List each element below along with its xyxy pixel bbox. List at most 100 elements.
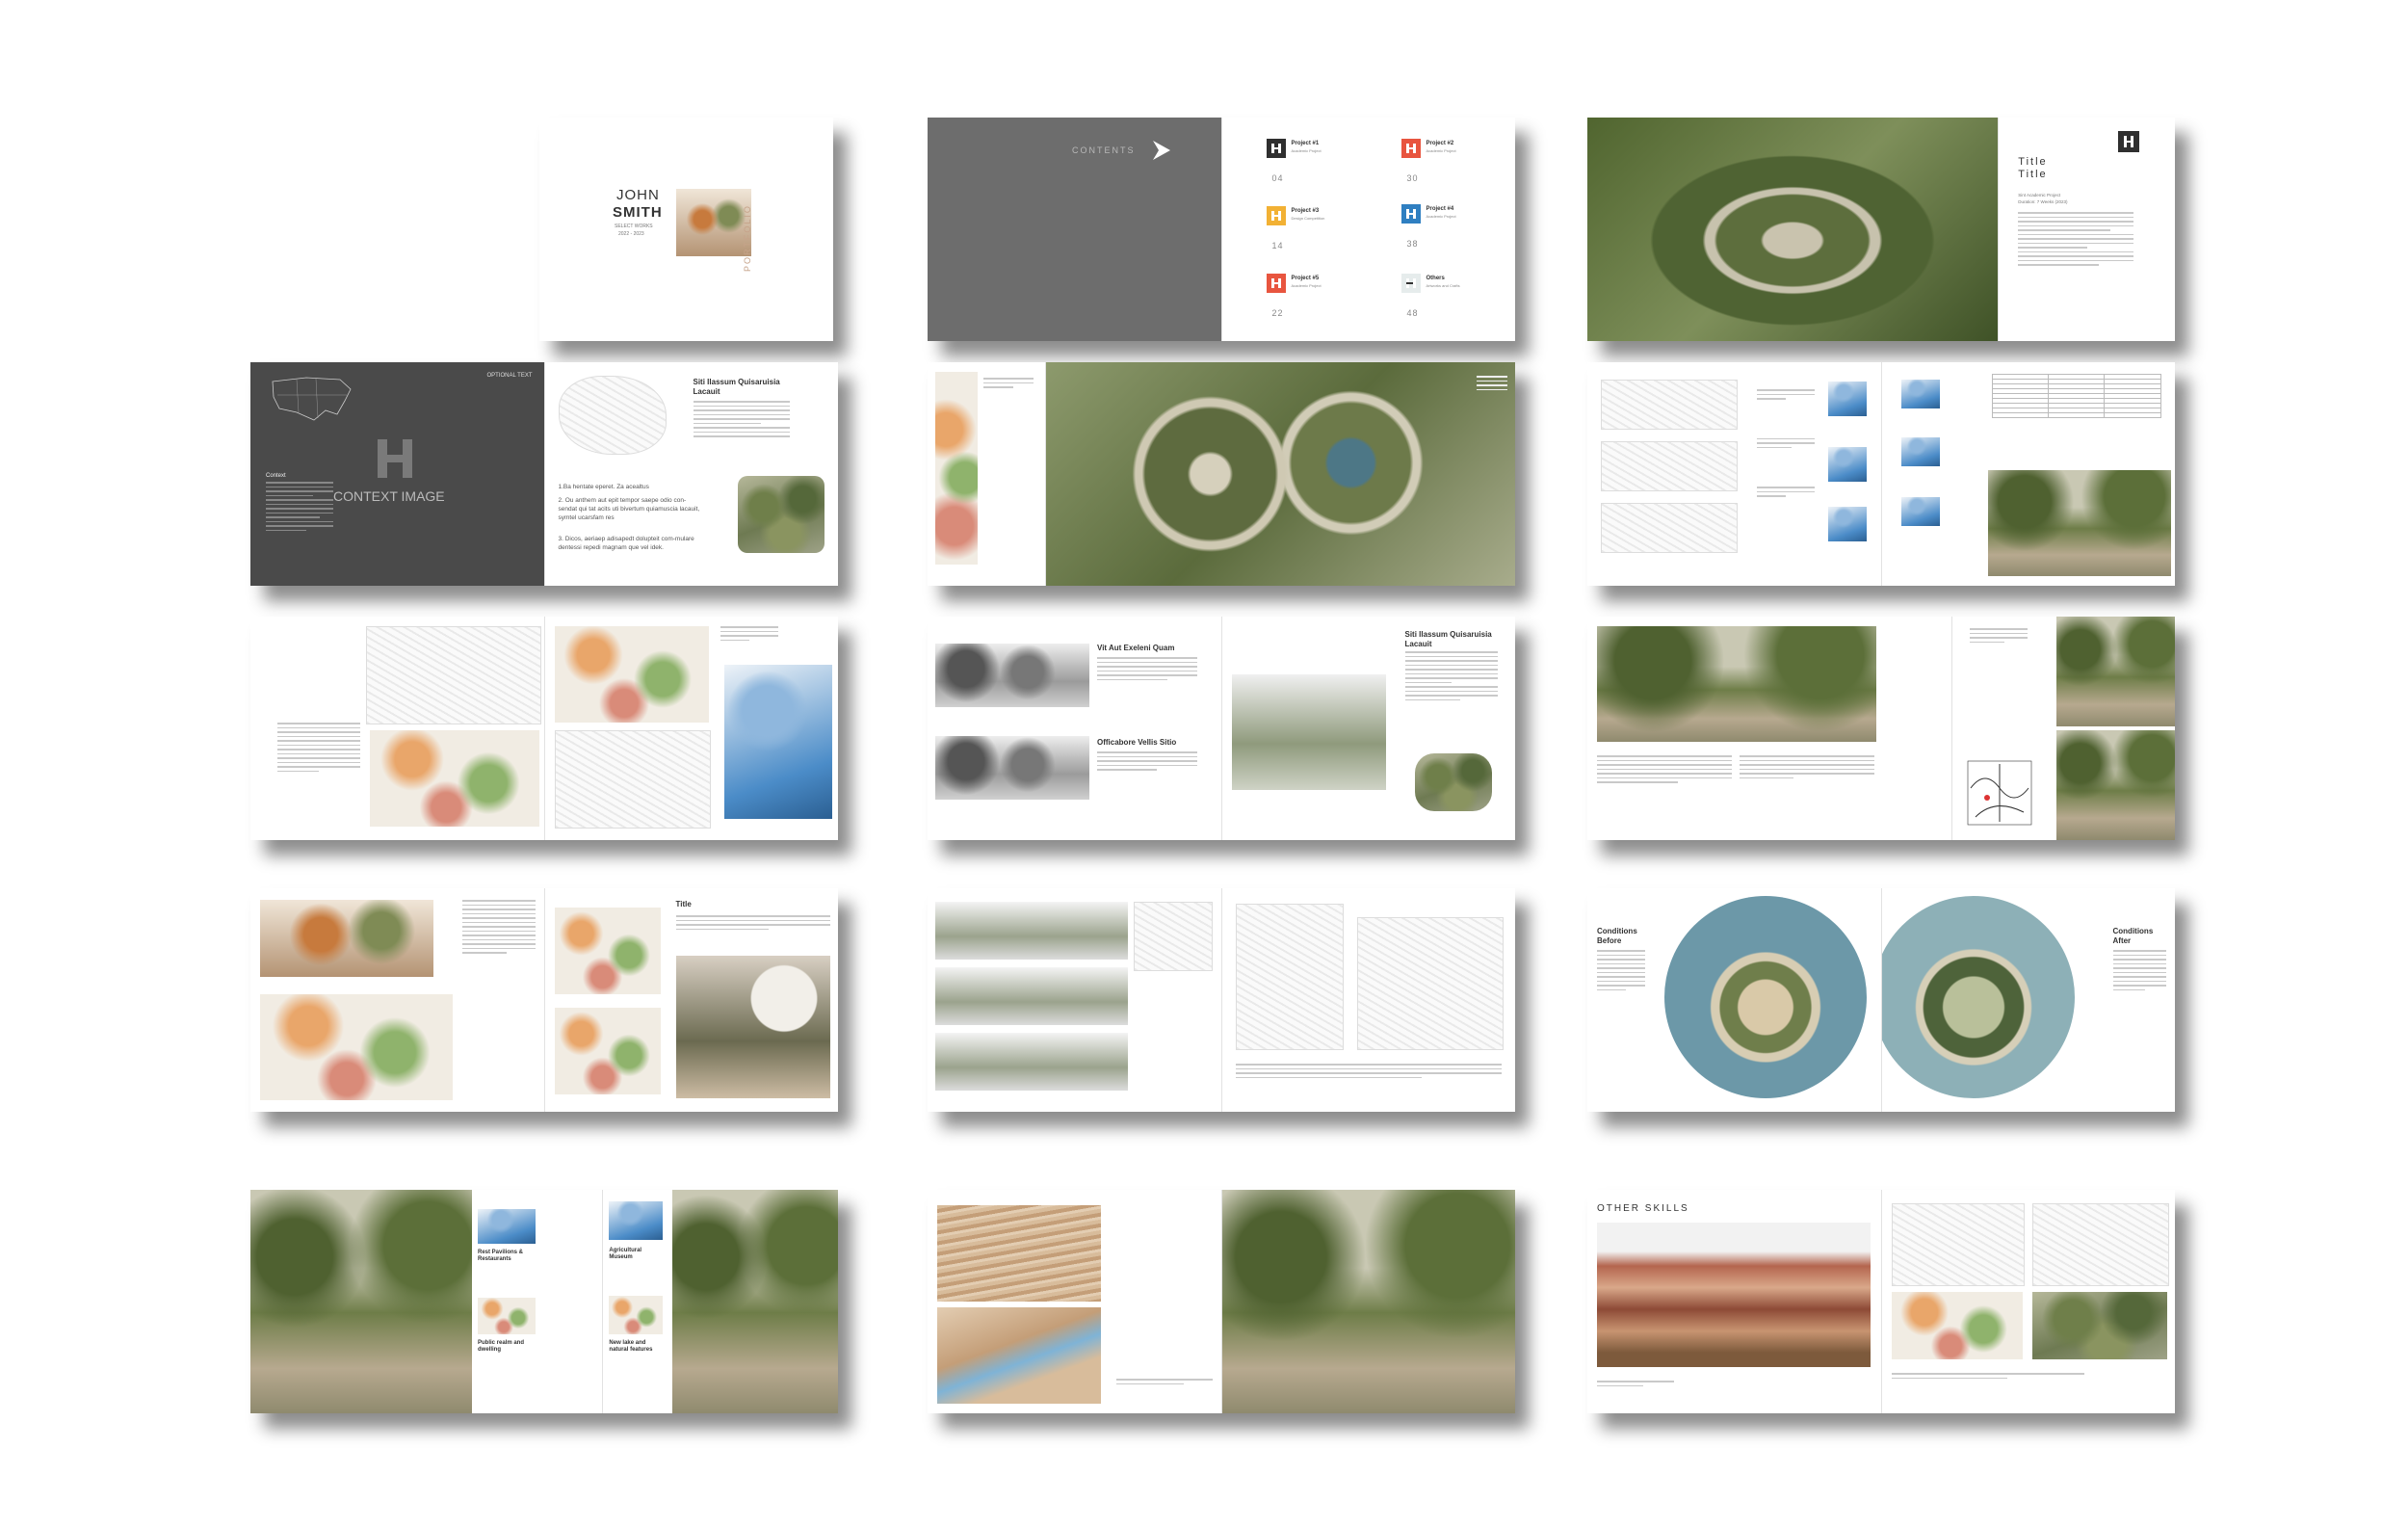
phase-iso-1 bbox=[1828, 382, 1867, 416]
model-caption bbox=[1116, 1379, 1213, 1387]
conditions-spread[interactable]: Conditions Before Conditions After bbox=[1587, 888, 2175, 1112]
lake-iso bbox=[609, 1296, 664, 1334]
section-bw-2 bbox=[935, 736, 1089, 800]
line-drawing bbox=[366, 626, 541, 724]
toc-item-3[interactable]: Project #3 Design Competition 14 bbox=[1266, 206, 1344, 252]
watercolor-2 bbox=[2031, 1292, 2167, 1359]
masterplan-spread[interactable] bbox=[928, 362, 1515, 586]
detail-callout bbox=[1134, 902, 1213, 971]
contents-right-page: Project #1 Academic Project 04 Project #… bbox=[1220, 118, 1515, 341]
vit-aut-paragraph bbox=[1097, 657, 1197, 683]
sections-spread[interactable]: Vit Aut Exeleni Quam Officabore Vellis S… bbox=[928, 617, 1515, 840]
axonometric-image bbox=[737, 476, 824, 553]
blue-isometric bbox=[723, 665, 832, 819]
project-logo-icon bbox=[1400, 139, 1421, 158]
sketch-paragraph bbox=[277, 723, 360, 775]
contents-spread[interactable]: CONTENTS Project #1 Academic Project 04 … bbox=[928, 118, 1515, 341]
planting-photo-top bbox=[2055, 617, 2175, 726]
garden-paragraph-2 bbox=[1740, 755, 1874, 781]
phases-spread[interactable] bbox=[1587, 362, 2175, 586]
siti-paragraph bbox=[693, 401, 790, 440]
path-render bbox=[1221, 1190, 1515, 1413]
rest-pavilions-heading: Rest Pavilions & Restaurants bbox=[478, 1250, 524, 1263]
physical-model-bottom bbox=[937, 1307, 1101, 1404]
sketch-notes bbox=[720, 626, 778, 644]
skills-caption bbox=[1891, 1373, 2084, 1382]
site-plan-sketch bbox=[558, 376, 667, 455]
aerial-park-image bbox=[1587, 118, 1999, 341]
phase-iso-3 bbox=[1828, 507, 1867, 541]
section-3 bbox=[935, 1033, 1128, 1091]
phase-iso-2 bbox=[1828, 447, 1867, 482]
dwelling-iso bbox=[478, 1298, 536, 1334]
conditions-after-heading: Conditions After bbox=[2112, 927, 2154, 945]
chevron-right-icon bbox=[1153, 141, 1170, 160]
siti-section-heading: Siti Ilassum Quisaruisia Lacauit bbox=[1404, 630, 1492, 648]
point-3: 3. Dicos, aeriaep adisapedt dolupteit co… bbox=[558, 536, 694, 551]
before-aerial-circle bbox=[1664, 896, 1867, 1098]
other-skills-spread[interactable]: OTHER SKILLS bbox=[1587, 1190, 2175, 1413]
siti-heading: Siti Ilassum Quisaruisia Lacauit bbox=[693, 378, 780, 396]
before-paragraph bbox=[1597, 950, 1645, 993]
context-left-page: OPTIONAL TEXT CONTEXT IMAGE Context bbox=[250, 362, 544, 586]
colored-plan-bottom bbox=[554, 730, 711, 829]
project-title-line1: Title bbox=[2018, 156, 2048, 168]
phase-3-diagram bbox=[1601, 503, 1738, 553]
garden-paragraph-1 bbox=[1597, 755, 1732, 786]
colored-plan-left bbox=[370, 730, 539, 827]
project-meta1: Sint Academic Project bbox=[2018, 193, 2061, 197]
contents-left-page: CONTENTS bbox=[928, 118, 1221, 341]
section-1 bbox=[935, 902, 1128, 960]
context-spread[interactable]: OPTIONAL TEXT CONTEXT IMAGE Context Siti… bbox=[250, 362, 838, 586]
watercolor-1 bbox=[1891, 1292, 2023, 1359]
cover-last-name: SMITH bbox=[613, 204, 663, 221]
vit-aut-heading: Vit Aut Exeleni Quam bbox=[1097, 644, 1175, 652]
new-lake-heading: New lake and natural features bbox=[609, 1340, 653, 1354]
masterplan-legend bbox=[1477, 376, 1507, 393]
model-caption-2 bbox=[1597, 1381, 1674, 1389]
toc-item-6[interactable]: Others Artworks and Crafts 48 bbox=[1400, 274, 1479, 320]
watercolor-render bbox=[260, 900, 433, 977]
garden-photo bbox=[1597, 626, 1876, 742]
diagram-paragraph bbox=[462, 900, 536, 957]
planting-spread[interactable] bbox=[1587, 617, 2175, 840]
diagram-strip bbox=[935, 372, 978, 565]
sketch-2 bbox=[2031, 1203, 2169, 1286]
project-title-spread[interactable]: Title Title Sint Academic Project Durati… bbox=[1587, 118, 2175, 341]
context-section-label: Context bbox=[266, 473, 286, 479]
section-2 bbox=[935, 967, 1128, 1025]
project-meta2: Duration: 7 Weeks (2023) bbox=[2018, 199, 2068, 204]
iso-diagram-grid bbox=[260, 994, 453, 1100]
toc-item-1[interactable]: Project #1 Academic Project 04 bbox=[1266, 139, 1344, 185]
cover-page[interactable]: JOHN SMITH SELECT WORKS 2022 - 2023 PORT… bbox=[539, 118, 833, 341]
sketch-spread[interactable] bbox=[250, 617, 838, 840]
project-description bbox=[2018, 212, 2134, 269]
detail-iso-1 bbox=[1900, 380, 1940, 408]
context-image-label: CONTEXT IMAGE bbox=[333, 488, 445, 504]
program-spread[interactable]: Rest Pavilions & Restaurants Public real… bbox=[250, 1190, 838, 1413]
usa-map-image bbox=[272, 377, 352, 421]
cover-subtitle: SELECT WORKS bbox=[615, 224, 653, 229]
point-2: 2. Ou anthem aut epit tempor saepe odio … bbox=[558, 497, 700, 521]
section-rendering bbox=[1231, 674, 1386, 790]
other-skills-heading: OTHER SKILLS bbox=[1597, 1203, 1689, 1214]
details-spread[interactable] bbox=[928, 888, 1515, 1112]
title-small-heading: Title bbox=[675, 900, 692, 908]
colored-plan-top bbox=[554, 626, 709, 723]
diagram-notes bbox=[983, 378, 1034, 391]
phase-1-diagram bbox=[1601, 380, 1738, 430]
project-logo-icon bbox=[1400, 204, 1421, 224]
diagram-spread[interactable]: Title bbox=[250, 888, 838, 1112]
model-spread[interactable] bbox=[928, 1190, 1515, 1413]
phase-2-diagram bbox=[1601, 441, 1738, 491]
cover-years: 2022 - 2023 bbox=[618, 231, 644, 237]
pavilion-iso bbox=[478, 1209, 536, 1244]
section-bw-1 bbox=[935, 644, 1089, 707]
toc-item-5[interactable]: Project #5 Academic Project 22 bbox=[1266, 274, 1344, 320]
phase-notes bbox=[1757, 389, 1815, 500]
toc-item-2[interactable]: Project #2 Academic Project 30 bbox=[1400, 139, 1479, 185]
park-render-left bbox=[250, 1190, 472, 1413]
context-right-page: Siti Ilassum Quisaruisia Lacauit 1.Ba he… bbox=[543, 362, 838, 586]
data-table bbox=[1991, 374, 2161, 418]
toc-item-4[interactable]: Project #4 Academic Project 38 bbox=[1400, 204, 1479, 250]
